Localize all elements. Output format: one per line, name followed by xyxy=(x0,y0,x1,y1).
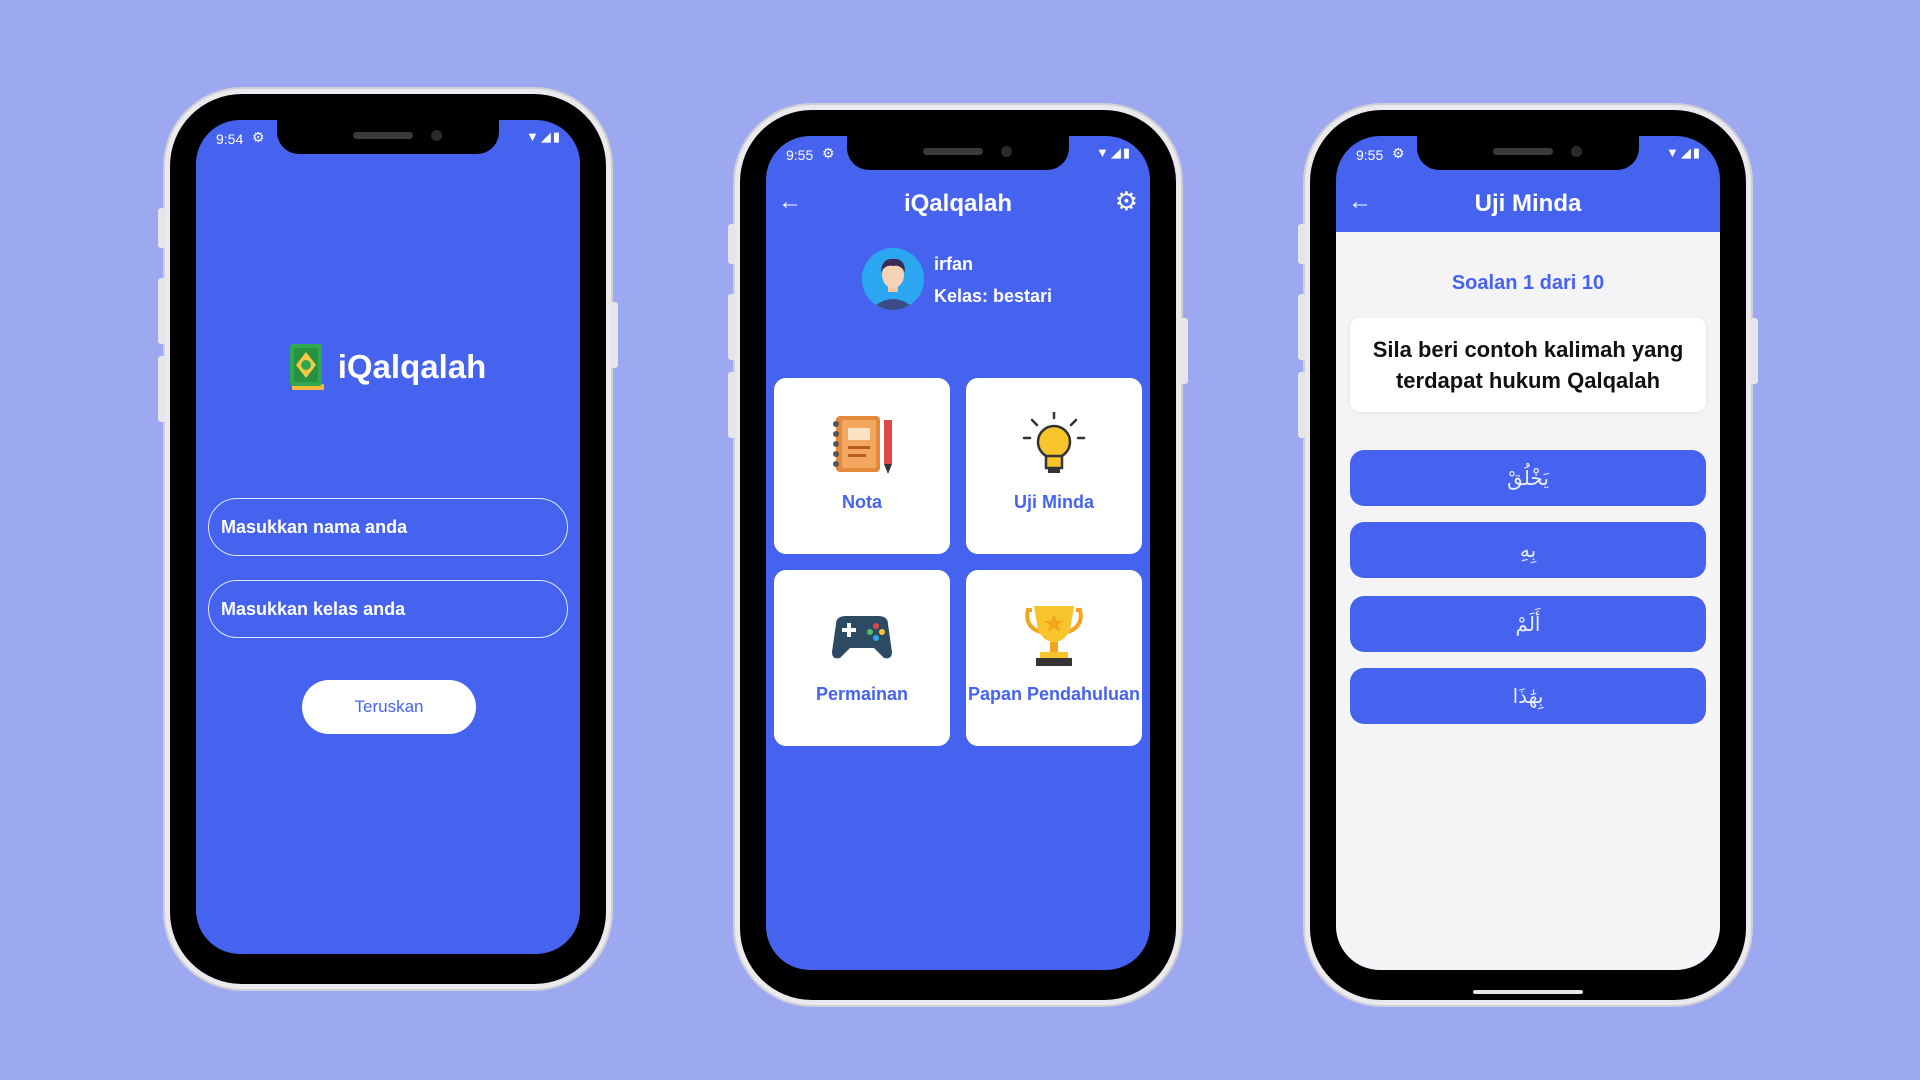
side-button xyxy=(1180,318,1188,384)
menu-card-nota[interactable]: Nota xyxy=(774,378,950,554)
quiz-body: Soalan 1 dari 10 Sila beri contoh kalima… xyxy=(1336,232,1720,970)
trophy-icon xyxy=(1025,606,1083,666)
app-bar: ← Uji Minda xyxy=(1336,176,1720,232)
status-time: 9:55 xyxy=(1356,147,1384,163)
menu-label: Nota xyxy=(842,492,882,512)
user-class: Kelas: bestari xyxy=(934,286,1053,306)
phone-home: 9:55 ⚙ ▼◢▮ ← iQalqalah ⚙ irfan Kelas: be… xyxy=(728,110,1188,1000)
user-name: irfan xyxy=(934,254,974,274)
signal-battery-icons: ▼◢▮ xyxy=(525,129,562,144)
answer-button[interactable]: بِهِ xyxy=(1350,522,1706,578)
settings-status-icon: ⚙ xyxy=(822,145,835,161)
answer-button[interactable]: أَلَمْ xyxy=(1350,596,1706,652)
lightbulb-icon xyxy=(1022,412,1086,473)
menu-label: Uji Minda xyxy=(1014,492,1094,512)
side-button xyxy=(728,372,736,438)
side-button xyxy=(1298,224,1306,264)
question-text: Sila beri contoh kalimah yang terdapat h… xyxy=(1372,337,1684,393)
avatar xyxy=(862,248,924,310)
menu-label: Papan Pendahuluan xyxy=(967,684,1141,704)
side-button xyxy=(1298,294,1306,360)
quiz-screen: 9:55 ⚙ ▼◢▮ ← Uji Minda Soalan 1 dari 10 … xyxy=(1336,136,1720,970)
phone-login: 9:54 ⚙ ▼◢▮ iQalqalah Masukkan nama anda … xyxy=(158,94,618,984)
app-logo: iQalqalah xyxy=(196,344,580,390)
status-time: 9:55 xyxy=(786,147,814,163)
answer-button[interactable]: يَخْلُقْ xyxy=(1350,450,1706,506)
home-screen: 9:55 ⚙ ▼◢▮ ← iQalqalah ⚙ irfan Kelas: be… xyxy=(766,136,1150,970)
question-card: Sila beri contoh kalimah yang terdapat h… xyxy=(1350,318,1706,412)
settings-status-icon: ⚙ xyxy=(1392,145,1405,161)
side-button xyxy=(610,302,618,368)
menu-card-uji-minda[interactable]: Uji Minda xyxy=(966,378,1142,554)
menu-card-papan-pendahuluan[interactable]: Papan Pendahuluan xyxy=(966,570,1142,746)
name-input[interactable]: Masukkan nama anda xyxy=(208,498,568,556)
app-bar-title: Uji Minda xyxy=(1474,190,1582,217)
side-button xyxy=(158,356,166,422)
continue-button[interactable]: Teruskan xyxy=(302,680,476,734)
quran-book-icon xyxy=(289,344,324,390)
side-button xyxy=(1298,372,1306,438)
question-number: Soalan 1 dari 10 xyxy=(1451,272,1605,294)
menu-card-permainan[interactable]: Permainan xyxy=(774,570,950,746)
status-time: 9:54 xyxy=(216,131,244,147)
notch xyxy=(277,120,499,154)
side-button xyxy=(1750,318,1758,384)
app-bar: ← iQalqalah ⚙ xyxy=(766,176,1150,232)
gamepad-icon xyxy=(832,616,892,659)
app-bar-title: iQalqalah xyxy=(903,190,1013,217)
signal-battery-icons: ▼◢▮ xyxy=(1095,145,1132,160)
menu-label: Permainan xyxy=(815,684,909,704)
signal-battery-icons: ▼◢▮ xyxy=(1665,145,1702,160)
notebook-icon xyxy=(833,416,892,474)
gear-icon[interactable]: ⚙ xyxy=(1115,186,1138,217)
side-button xyxy=(158,208,166,248)
answer-button[interactable]: بِهَٰذَا xyxy=(1350,668,1706,724)
notch xyxy=(1417,136,1639,170)
login-screen: 9:54 ⚙ ▼◢▮ iQalqalah Masukkan nama anda … xyxy=(196,120,580,954)
phone-quiz: 9:55 ⚙ ▼◢▮ ← Uji Minda Soalan 1 dari 10 … xyxy=(1298,110,1758,1000)
settings-status-icon: ⚙ xyxy=(252,129,265,145)
side-button xyxy=(728,224,736,264)
app-title: iQalqalah xyxy=(337,348,487,385)
home-indicator[interactable] xyxy=(1473,990,1583,994)
side-button xyxy=(158,278,166,344)
side-button xyxy=(728,294,736,360)
notch xyxy=(847,136,1069,170)
class-input[interactable]: Masukkan kelas anda xyxy=(208,580,568,638)
